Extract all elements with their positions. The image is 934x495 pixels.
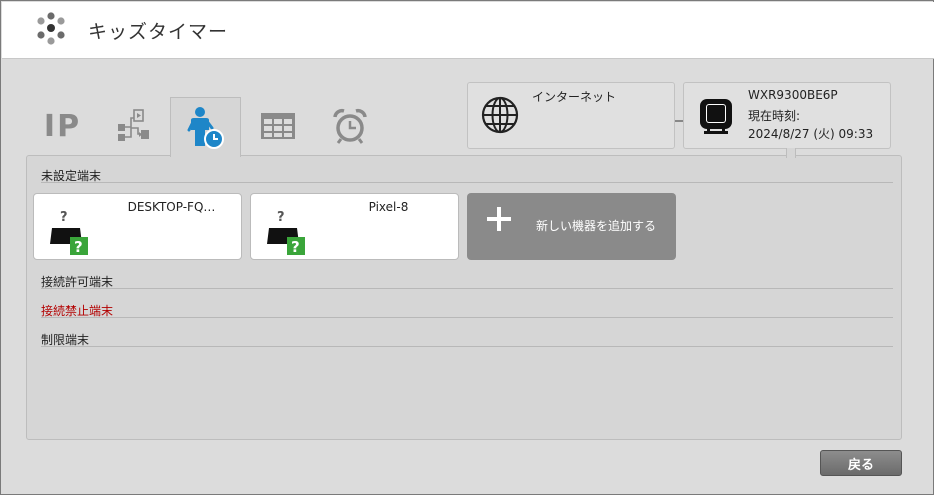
tab-alarm[interactable] xyxy=(314,97,385,155)
back-button[interactable]: 戻る xyxy=(820,450,902,476)
tab-ip-label: IP xyxy=(43,108,82,144)
svg-text:?: ? xyxy=(74,238,83,256)
dots-spinner-icon xyxy=(37,12,65,45)
device-name: DESKTOP-FQ… xyxy=(127,200,216,214)
internet-label: インターネット xyxy=(532,90,617,104)
router-pointer xyxy=(786,148,796,158)
network-flow-icon xyxy=(117,109,149,141)
divider xyxy=(41,288,893,289)
current-time-label: 現在時刻: xyxy=(748,109,801,123)
current-time-value: 2024/8/27 (火) 09:33 xyxy=(748,127,874,141)
router-status: WXR9300BE6P 現在時刻: 2024/8/27 (火) 09:33 xyxy=(683,82,891,149)
divider xyxy=(41,346,893,347)
svg-text:?: ? xyxy=(60,210,68,225)
add-device-button[interactable]: 新しい機器を追加する xyxy=(467,193,676,260)
globe-icon xyxy=(481,96,519,134)
device-card[interactable]: ? ? DESKTOP-FQ… xyxy=(33,193,242,260)
router-icon xyxy=(700,99,732,134)
tab-network[interactable] xyxy=(98,97,169,155)
svg-text:?: ? xyxy=(277,210,285,225)
unknown-device-icon: ? ? xyxy=(267,210,305,256)
tab-ip[interactable]: IP xyxy=(27,97,98,155)
device-name: Pixel-8 xyxy=(368,200,409,214)
alarm-clock-icon xyxy=(332,108,367,144)
child-clock-icon xyxy=(187,106,224,149)
calendar-grid-icon xyxy=(260,113,295,139)
unknown-device-icon: ? ? xyxy=(50,210,88,256)
svg-text:?: ? xyxy=(291,238,300,256)
add-device-label: 新しい機器を追加する xyxy=(536,219,657,233)
plus-icon xyxy=(487,207,511,231)
tab-kids-timer[interactable] xyxy=(170,97,241,157)
connector-line xyxy=(675,120,683,122)
tab-schedule[interactable] xyxy=(242,97,313,155)
page-title: キッズタイマー xyxy=(88,21,229,43)
internet-status: インターネット xyxy=(467,82,675,149)
device-card[interactable]: ? ? Pixel-8 xyxy=(250,193,459,260)
divider xyxy=(41,182,893,183)
device-panel: 未設定端末 ? ? DESKTOP-FQ… ? ? Pixel-8 新しい機器を… xyxy=(26,155,902,440)
router-model: WXR9300BE6P xyxy=(748,88,838,102)
header: キッズタイマー xyxy=(2,2,934,59)
app-window: キッズタイマー IP インターネット WXR9300BE6P 現在時刻: 202… xyxy=(0,0,934,495)
divider xyxy=(41,317,893,318)
